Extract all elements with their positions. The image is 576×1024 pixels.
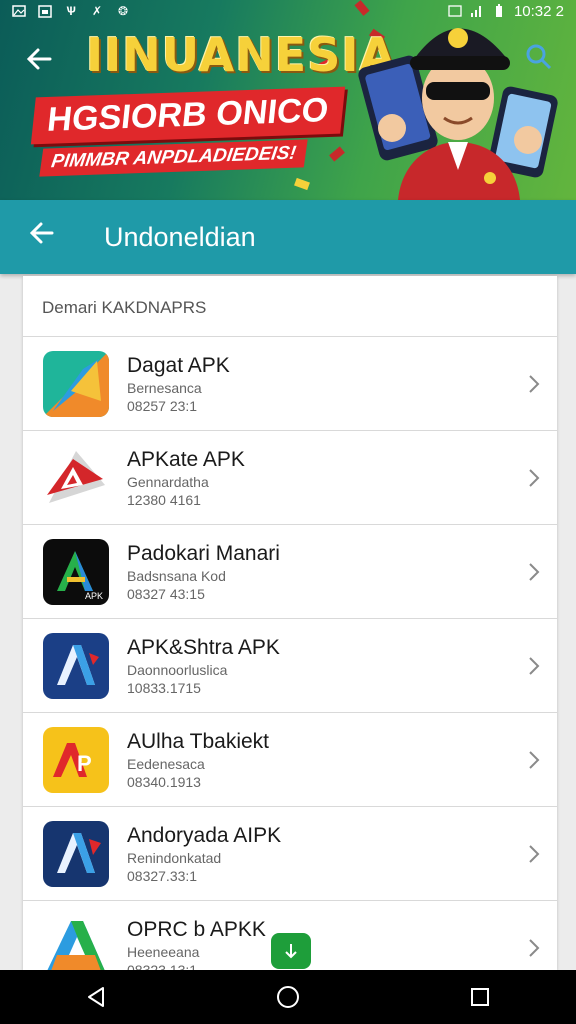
chevron-right-icon xyxy=(527,558,541,586)
red-triangle-a-icon xyxy=(43,445,109,511)
home-icon[interactable] xyxy=(268,977,308,1017)
yellow-ap-icon: P xyxy=(43,726,109,793)
app-name: OPRC b APKK xyxy=(127,917,266,941)
wifi-check-icon: Ѱ xyxy=(66,4,76,18)
app-list-item[interactable]: OPRC b APKK Heeneeana 08323.13:1 xyxy=(23,900,557,970)
back-arrow-icon[interactable] xyxy=(28,219,68,255)
app-list-item[interactable]: Dagat APK Bernesanca 08257 23:1 xyxy=(23,336,557,430)
banner-back-arrow-icon[interactable] xyxy=(22,44,56,78)
app-bar: Undoneldian xyxy=(0,200,576,274)
promo-banner: IINUANESIA HGSIORB ONICO PIMMBR ANPDLADI… xyxy=(0,0,576,200)
colorful-arrow-icon xyxy=(43,350,109,417)
recents-icon[interactable] xyxy=(460,977,500,1017)
app-subtitle: Renindonkatad xyxy=(127,849,222,866)
battery-icon xyxy=(492,4,506,18)
download-icon[interactable] xyxy=(271,933,311,969)
calendar-icon xyxy=(38,4,52,18)
app-name: AUlha Tbakiekt xyxy=(127,729,270,753)
chevron-right-icon xyxy=(527,464,541,492)
app-version: 08323.13:1 xyxy=(127,961,198,971)
green-a-apk-icon: APK xyxy=(43,538,109,605)
app-version: 10833.1715 xyxy=(127,679,201,696)
app-list-item[interactable]: Andoryada AIPK Renindonkatad 08327.33:1 xyxy=(23,806,557,900)
chevron-right-icon xyxy=(527,840,541,868)
app-list-item[interactable]: APKate APK Gennardatha 12380 4161 xyxy=(23,430,557,524)
navy-a-icon xyxy=(43,820,109,887)
app-name: Padokari Manari xyxy=(127,541,280,565)
cast-icon xyxy=(448,4,462,18)
signal-icon xyxy=(470,4,484,18)
navigation-bar xyxy=(0,970,576,1024)
app-version: 08327 43:15 xyxy=(127,585,205,602)
app-subtitle: Daonnoorluslica xyxy=(127,661,228,678)
section-header: Demari KAKDNAPRS xyxy=(42,298,207,317)
blue-a-icon xyxy=(43,632,109,699)
app-version: 08340.1913 xyxy=(127,773,201,790)
app-subtitle: Badsnsana Kod xyxy=(127,567,226,584)
chevron-right-icon xyxy=(527,370,541,398)
app-list-item[interactable]: APK&Shtra APK Daonnoorluslica 10833.1715 xyxy=(23,618,557,712)
app-name: APKate APK xyxy=(127,447,245,471)
chevron-right-icon xyxy=(527,652,541,680)
app-version: 08257 23:1 xyxy=(127,397,198,414)
svg-text:P: P xyxy=(77,751,92,776)
banner-subtitle: HGSIORB ONICO xyxy=(30,86,345,145)
app-version: 08327.33:1 xyxy=(127,867,198,884)
bug-icon: ✗ xyxy=(91,4,103,18)
app-subtitle: Eedenesaca xyxy=(127,755,205,772)
app-version: 12380 4161 xyxy=(127,491,201,508)
status-time: 10:32 2 xyxy=(513,2,564,20)
confetti-decor xyxy=(294,177,310,191)
chevron-right-icon xyxy=(527,746,541,774)
banner-tagline: PIMMBR ANPDLADIEDEIS! xyxy=(39,139,308,177)
page-title: Undoneldian xyxy=(104,221,256,252)
app-list-item[interactable]: P AUlha Tbakiekt Eedenesaca 08340.1913 xyxy=(23,712,557,806)
app-name: APK&Shtra APK xyxy=(127,635,280,659)
status-bar: Ѱ ✗ ❂ 10:32 2 xyxy=(0,0,576,22)
app-subtitle: Bernesanca xyxy=(127,379,202,396)
multicolor-a-icon xyxy=(43,915,109,970)
svg-text:APK: APK xyxy=(85,591,103,601)
back-icon[interactable] xyxy=(76,977,116,1017)
app-subtitle: Gennardatha xyxy=(127,473,209,490)
app-list: Demari KAKDNAPRS Dagat APK Bernesanca 08… xyxy=(23,276,557,970)
app-subtitle: Heeneeana xyxy=(127,943,200,960)
mascot-illustration xyxy=(358,28,558,200)
chevron-right-icon xyxy=(527,934,541,962)
settings-icon: ❂ xyxy=(117,4,129,18)
image-icon xyxy=(12,4,26,18)
app-name: Dagat APK xyxy=(127,353,230,377)
app-list-item[interactable]: APK Padokari Manari Badsnsana Kod 08327 … xyxy=(23,524,557,618)
app-name: Andoryada AIPK xyxy=(127,823,282,847)
